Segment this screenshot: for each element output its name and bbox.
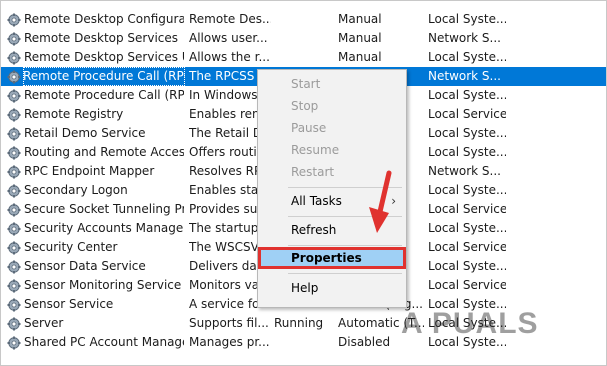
service-name: RPC Endpoint Mapper bbox=[24, 164, 155, 178]
gear-icon bbox=[7, 32, 21, 46]
service-description: Manages pr... bbox=[189, 335, 270, 349]
service-log-on-as: Local Syste... bbox=[428, 126, 506, 140]
menu-item-restart[interactable]: Restart bbox=[258, 161, 406, 183]
gear-icon bbox=[7, 146, 21, 160]
service-status bbox=[274, 48, 334, 67]
menu-item-pause[interactable]: Pause bbox=[258, 117, 406, 139]
gear-icon bbox=[7, 89, 21, 103]
service-name: Shared PC Account Manager bbox=[24, 335, 184, 349]
service-name: Remote Registry bbox=[24, 107, 124, 121]
menu-item-stop[interactable]: Stop bbox=[258, 95, 406, 117]
context-menu: Start Stop Pause Resume Restart All Task… bbox=[257, 69, 407, 308]
menu-separator bbox=[288, 187, 402, 188]
menu-separator bbox=[288, 245, 402, 246]
service-row[interactable]: Remote Desktop Configurat... Remote Des..… bbox=[1, 10, 606, 29]
service-name: Sensor Data Service bbox=[24, 259, 146, 273]
service-log-on-as: Local Syste... bbox=[428, 183, 506, 197]
service-name: Remote Desktop Configurat... bbox=[24, 12, 184, 26]
menu-separator bbox=[288, 216, 402, 217]
service-log-on-as: Local Syste... bbox=[428, 145, 506, 159]
gear-icon bbox=[7, 51, 21, 65]
service-log-on-as: Local Syste... bbox=[428, 12, 506, 26]
submenu-arrow-icon: › bbox=[391, 194, 396, 208]
service-name: Retail Demo Service bbox=[24, 126, 146, 140]
service-name: Secure Socket Tunneling Pr... bbox=[24, 202, 184, 216]
menu-item-help[interactable]: Help bbox=[258, 277, 406, 299]
menu-item-all-tasks[interactable]: All Tasks › bbox=[258, 190, 406, 212]
service-status bbox=[274, 10, 334, 29]
watermark-logo: A PUALS bbox=[401, 307, 539, 340]
service-log-on-as: Local Service bbox=[428, 202, 506, 216]
service-log-on-as: Local Syste... bbox=[428, 259, 506, 273]
service-log-on-as: Local Syste... bbox=[428, 221, 506, 235]
service-status: Running bbox=[274, 316, 324, 330]
gear-icon bbox=[7, 108, 21, 122]
service-name: Remote Desktop Services bbox=[24, 31, 179, 45]
service-row[interactable]: Remote Desktop Services Allows user... Man… bbox=[1, 29, 606, 48]
service-log-on-as: Local Service bbox=[428, 240, 506, 254]
service-description: Supports fil... bbox=[189, 316, 269, 330]
gear-icon bbox=[7, 336, 21, 350]
service-log-on-as: Local Service bbox=[428, 107, 506, 121]
service-name: Remote Procedure Call (RPC) bbox=[23, 67, 185, 86]
service-status bbox=[274, 333, 334, 352]
menu-item-refresh[interactable]: Refresh bbox=[258, 219, 406, 241]
service-name: Server bbox=[24, 316, 64, 330]
service-name: Routing and Remote Access bbox=[24, 145, 184, 159]
gear-icon bbox=[7, 203, 21, 217]
gear-icon bbox=[7, 184, 21, 198]
services-window: Remote Desktop Configurat... Remote Des..… bbox=[0, 0, 607, 366]
service-name: Sensor Monitoring Service bbox=[24, 278, 182, 292]
gear-icon bbox=[7, 70, 21, 84]
service-name: Security Center bbox=[24, 240, 118, 254]
menu-item-resume[interactable]: Resume bbox=[258, 139, 406, 161]
service-name: Remote Procedure Call (RP... bbox=[24, 88, 184, 102]
service-log-on-as: Network S... bbox=[428, 31, 501, 45]
menu-item-properties[interactable]: Properties bbox=[258, 247, 406, 269]
gear-icon bbox=[7, 165, 21, 179]
service-log-on-as: Local Syste... bbox=[428, 88, 506, 102]
service-startup-type: Manual bbox=[338, 31, 382, 45]
menu-separator bbox=[288, 273, 402, 274]
gear-icon bbox=[7, 222, 21, 236]
service-startup-type: Manual bbox=[338, 12, 382, 26]
menu-item-start[interactable]: Start bbox=[258, 73, 406, 95]
service-description: Remote Des... bbox=[189, 12, 271, 26]
service-name: Security Accounts Manager bbox=[24, 221, 184, 235]
service-log-on-as: Local Syste... bbox=[428, 50, 506, 64]
service-description: Allows the r... bbox=[189, 50, 270, 64]
service-startup-type: Manual bbox=[338, 50, 382, 64]
gear-icon bbox=[7, 260, 21, 274]
menu-item-all-tasks-label: All Tasks bbox=[291, 194, 342, 208]
service-name: Secondary Logon bbox=[24, 183, 128, 197]
service-name: Sensor Service bbox=[24, 297, 114, 311]
service-description: Allows user... bbox=[189, 31, 268, 45]
gear-icon bbox=[7, 241, 21, 255]
gear-icon bbox=[7, 298, 21, 312]
service-row[interactable]: Remote Desktop Services U... Allows the r… bbox=[1, 48, 606, 67]
service-status bbox=[274, 29, 334, 48]
gear-icon bbox=[7, 279, 21, 293]
gear-icon bbox=[7, 13, 21, 27]
gear-icon bbox=[7, 317, 21, 331]
service-name: Remote Desktop Services U... bbox=[24, 50, 184, 64]
service-log-on-as: Network S... bbox=[428, 164, 501, 178]
gear-icon bbox=[7, 127, 21, 141]
service-log-on-as: Local Service bbox=[428, 278, 506, 292]
service-log-on-as: Network S... bbox=[428, 69, 501, 83]
